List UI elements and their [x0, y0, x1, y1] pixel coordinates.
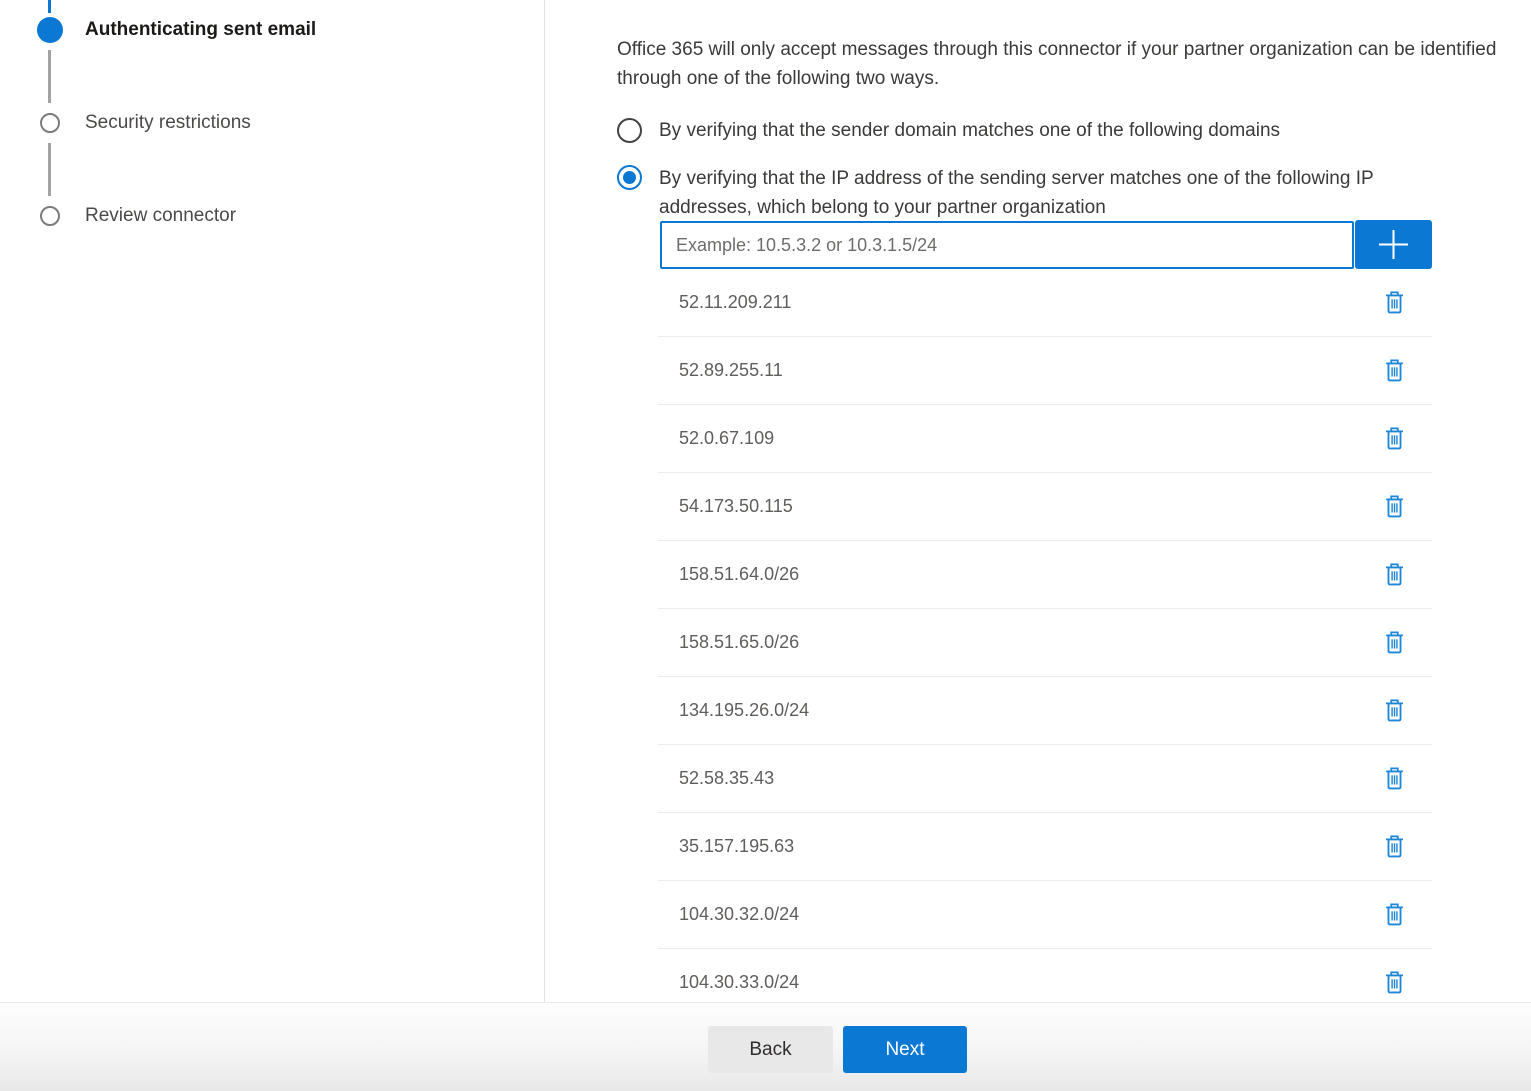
delete-ip-button[interactable]: [1383, 765, 1406, 792]
radio-option-label: By verifying that the sender domain matc…: [659, 116, 1280, 145]
stepper-connector-line: [48, 143, 51, 196]
delete-ip-button[interactable]: [1383, 289, 1406, 316]
ip-row: 52.89.255.11: [658, 337, 1432, 405]
trash-icon: [1385, 359, 1404, 382]
delete-ip-button[interactable]: [1383, 833, 1406, 860]
current-step-dot-icon: [37, 17, 63, 43]
radio-option-ip-address[interactable]: By verifying that the IP address of the …: [617, 164, 1459, 222]
wizard-steps-sidebar: Authenticating sent email Security restr…: [0, 0, 545, 1002]
next-button[interactable]: Next: [843, 1026, 967, 1073]
ip-address: 104.30.32.0/24: [679, 904, 1383, 925]
trash-icon: [1385, 495, 1404, 518]
trash-icon: [1385, 631, 1404, 654]
step-dot-box: [37, 113, 63, 133]
ip-row: 35.157.195.63: [658, 813, 1432, 881]
ip-address: 134.195.26.0/24: [679, 700, 1383, 721]
ip-row: 104.30.32.0/24: [658, 881, 1432, 949]
ip-row: 52.0.67.109: [658, 405, 1432, 473]
delete-ip-button[interactable]: [1383, 629, 1406, 656]
upcoming-step-dot-icon: [40, 206, 60, 226]
ip-row: 158.51.64.0/26: [658, 541, 1432, 609]
ip-address: 158.51.65.0/26: [679, 632, 1383, 653]
trash-icon: [1385, 971, 1404, 994]
ip-row: 52.58.35.43: [658, 745, 1432, 813]
step-dot-box: [37, 17, 63, 43]
delete-ip-button[interactable]: [1383, 561, 1406, 588]
ip-address: 104.30.33.0/24: [679, 972, 1383, 993]
trash-icon: [1385, 291, 1404, 314]
radio-dot: [623, 171, 636, 184]
radio-option-label: By verifying that the IP address of the …: [659, 164, 1459, 222]
plus-icon: [1377, 228, 1410, 261]
step-label: Review connector: [85, 205, 236, 227]
step-label: Authenticating sent email: [85, 19, 316, 41]
step-review-connector: Review connector: [37, 205, 236, 227]
trash-icon: [1385, 699, 1404, 722]
radio-unselected-icon: [617, 118, 642, 143]
connector-wizard-page: Authenticating sent email Security restr…: [0, 0, 1531, 1091]
ip-row: 54.173.50.115: [658, 473, 1432, 541]
ip-row: 52.11.209.211: [658, 269, 1432, 337]
ip-address: 52.0.67.109: [679, 428, 1383, 449]
wizard-footer: Back Next: [0, 1002, 1531, 1091]
trash-icon: [1385, 427, 1404, 450]
ip-row: 158.51.65.0/26: [658, 609, 1432, 677]
trash-icon: [1385, 903, 1404, 926]
step-label: Security restrictions: [85, 112, 251, 134]
add-ip-button[interactable]: [1355, 220, 1432, 269]
radio-option-sender-domain[interactable]: By verifying that the sender domain matc…: [617, 116, 1280, 145]
step-security-restrictions: Security restrictions: [37, 112, 251, 134]
intro-text: Office 365 will only accept messages thr…: [617, 35, 1517, 93]
stepper-connector-line: [48, 50, 51, 103]
ip-address-input[interactable]: [660, 221, 1354, 269]
ip-row: 134.195.26.0/24: [658, 677, 1432, 745]
ip-address: 54.173.50.115: [679, 496, 1383, 517]
delete-ip-button[interactable]: [1383, 425, 1406, 452]
delete-ip-button[interactable]: [1383, 901, 1406, 928]
trash-icon: [1385, 563, 1404, 586]
step-authenticating-sent-email: Authenticating sent email: [37, 17, 316, 43]
delete-ip-button[interactable]: [1383, 357, 1406, 384]
ip-address: 52.11.209.211: [679, 292, 1383, 313]
upcoming-step-dot-icon: [40, 113, 60, 133]
ip-address: 52.58.35.43: [679, 768, 1383, 789]
back-button[interactable]: Back: [708, 1026, 833, 1073]
step-dot-box: [37, 206, 63, 226]
delete-ip-button[interactable]: [1383, 969, 1406, 996]
radio-selected-icon: [617, 165, 642, 190]
delete-ip-button[interactable]: [1383, 697, 1406, 724]
ip-address: 158.51.64.0/26: [679, 564, 1383, 585]
delete-ip-button[interactable]: [1383, 493, 1406, 520]
stepper-connector-line: [48, 0, 51, 13]
ip-address: 52.89.255.11: [679, 360, 1383, 381]
ip-address-list: 52.11.209.211 52.89.255.11: [658, 269, 1432, 1017]
trash-icon: [1385, 767, 1404, 790]
ip-address: 35.157.195.63: [679, 836, 1383, 857]
trash-icon: [1385, 835, 1404, 858]
